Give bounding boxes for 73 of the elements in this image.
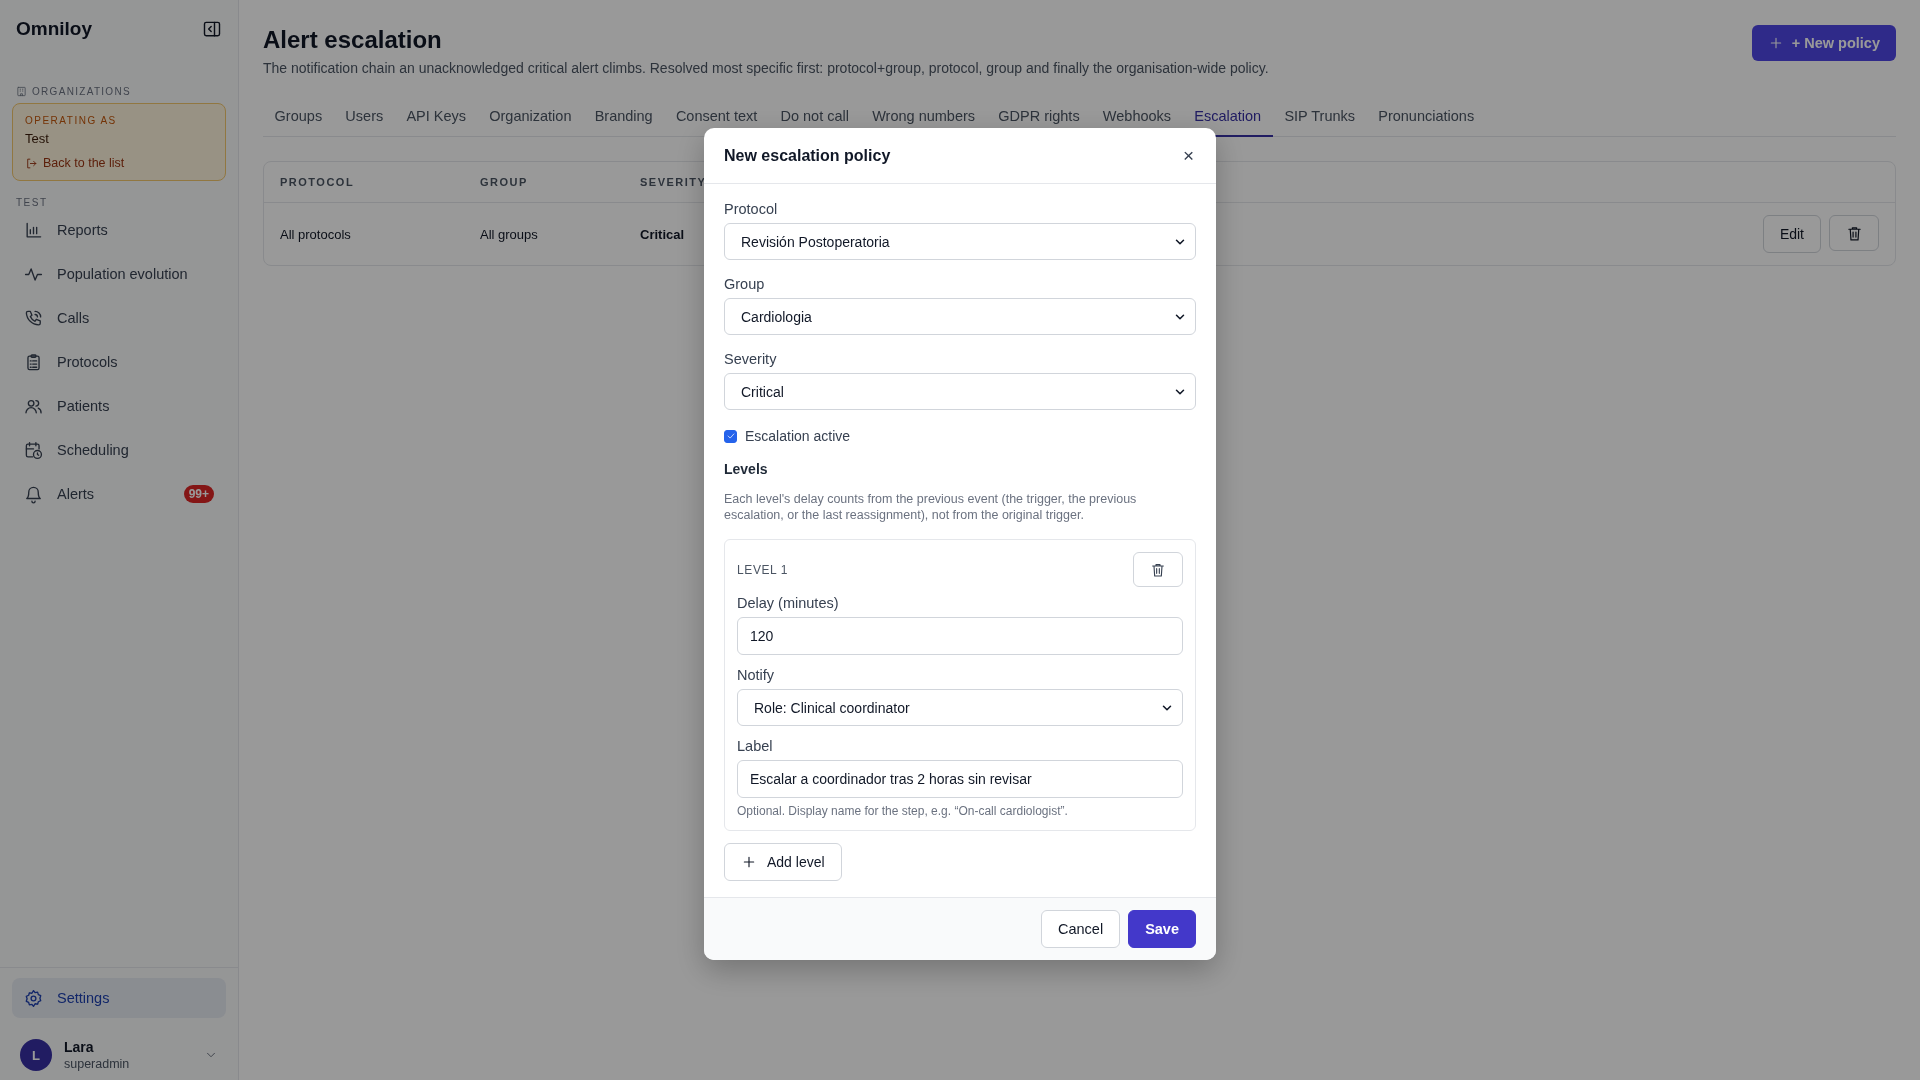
tab[interactable]: SIP Trunks — [1272, 98, 1367, 137]
tab[interactable]: Organization — [477, 98, 584, 137]
user-menu[interactable]: L Lara superadmin — [12, 1018, 226, 1080]
bell-icon — [24, 484, 43, 504]
page-description: The notification chain an unacknowledged critical alert climbs. Resolved most specific first: protocol+group, protocol, group and finally the organisation-wide policy. — [263, 60, 1269, 76]
close-button[interactable]: × — [1180, 146, 1196, 165]
select-field[interactable]: Role: Clinical coordinator — [737, 689, 1183, 726]
user-role: superadmin — [64, 1057, 131, 1071]
back-link[interactable]: Back to the list — [25, 156, 125, 170]
calendar-clock-icon — [24, 440, 43, 460]
exit-arrow-icon — [25, 156, 38, 170]
column-header: GROUP — [480, 176, 529, 188]
tab[interactable]: Branding — [583, 98, 665, 137]
input-field[interactable]: 120 — [737, 617, 1183, 655]
add-level-button[interactable]: Add level — [724, 843, 842, 881]
field-label: Label — [737, 738, 774, 754]
page-title: Alert escalation — [263, 26, 443, 54]
plus-icon — [741, 854, 757, 870]
building-icon — [16, 86, 27, 97]
tab[interactable]: Users — [333, 98, 395, 137]
table-cell: All protocols — [280, 226, 351, 242]
table-cell: Critical — [640, 226, 685, 242]
save-button[interactable]: Save — [1128, 910, 1196, 948]
settings-icon — [24, 988, 43, 1008]
field-label: Group — [724, 276, 766, 292]
delete-level-button[interactable] — [1133, 552, 1183, 587]
nav-item[interactable]: Population evolution — [12, 254, 226, 294]
field-label: Notify — [737, 667, 776, 683]
select-field[interactable]: Revisión Postoperatoria — [724, 223, 1196, 260]
level-title: LEVEL 1 — [737, 562, 789, 577]
field-label: Severity — [724, 351, 778, 367]
sidebar-collapse-icon[interactable] — [202, 19, 222, 39]
app-logo: Omniloy — [16, 18, 92, 40]
bar-chart-icon — [24, 220, 43, 240]
nav-item[interactable]: Scheduling — [12, 430, 226, 470]
nav-item[interactable]: Reports — [12, 210, 226, 250]
input-field[interactable]: Escalar a coordinador tras 2 horas sin revisar — [737, 760, 1183, 798]
dialog-title: New escalation policy — [724, 146, 891, 165]
trash-icon — [1845, 224, 1863, 242]
cancel-button[interactable]: Cancel — [1041, 910, 1121, 948]
nav-item[interactable]: Protocols — [12, 342, 226, 382]
section-heading: Levels — [724, 461, 769, 477]
nav-item[interactable]: Patients — [12, 386, 226, 426]
nav-item[interactable]: Alerts 99+ — [12, 474, 226, 514]
tab[interactable]: Groups — [263, 98, 334, 137]
escalation-active-checkbox[interactable]: Escalation active — [724, 428, 1196, 444]
tab[interactable]: API Keys — [394, 98, 478, 137]
field-hint: Optional. Display name for the step, e.g. “On-call cardiologist”. — [737, 804, 1069, 818]
nav-item[interactable]: Settings — [12, 978, 226, 1018]
user-avatar: L — [20, 1039, 52, 1071]
nav-item[interactable]: Calls — [12, 298, 226, 338]
clipboard-icon — [24, 352, 43, 372]
count-badge: 99+ — [183, 485, 214, 503]
new-policy-button[interactable]: + New policy — [1751, 25, 1896, 61]
tab[interactable]: Pronunciations — [1366, 98, 1486, 137]
trash-icon — [1150, 561, 1166, 578]
column-header: SEVERITY — [640, 176, 708, 188]
column-header: PROTOCOL — [280, 176, 356, 188]
field-label: Delay (minutes) — [737, 595, 840, 611]
field-label: Protocol — [724, 201, 779, 217]
user-name: Lara — [64, 1039, 95, 1055]
section-label: ORGANIZATIONS — [32, 86, 131, 97]
delete-button[interactable] — [1829, 215, 1879, 251]
check-icon — [725, 431, 736, 441]
help-text: Each level's delay counts from the previous event (the trigger, the previous escalation, or the last reassignment), not from the original trigger. — [724, 491, 1138, 523]
phone-icon — [24, 308, 43, 328]
edit-button[interactable]: Edit — [1762, 215, 1821, 253]
organization-name: Test — [25, 131, 49, 146]
select-field[interactable]: Critical — [724, 373, 1196, 410]
card-caption: OPERATING AS — [25, 115, 117, 126]
section-label: TEST — [16, 197, 49, 208]
table-cell: All groups — [480, 226, 538, 242]
select-field[interactable]: Cardiologia — [724, 298, 1196, 335]
